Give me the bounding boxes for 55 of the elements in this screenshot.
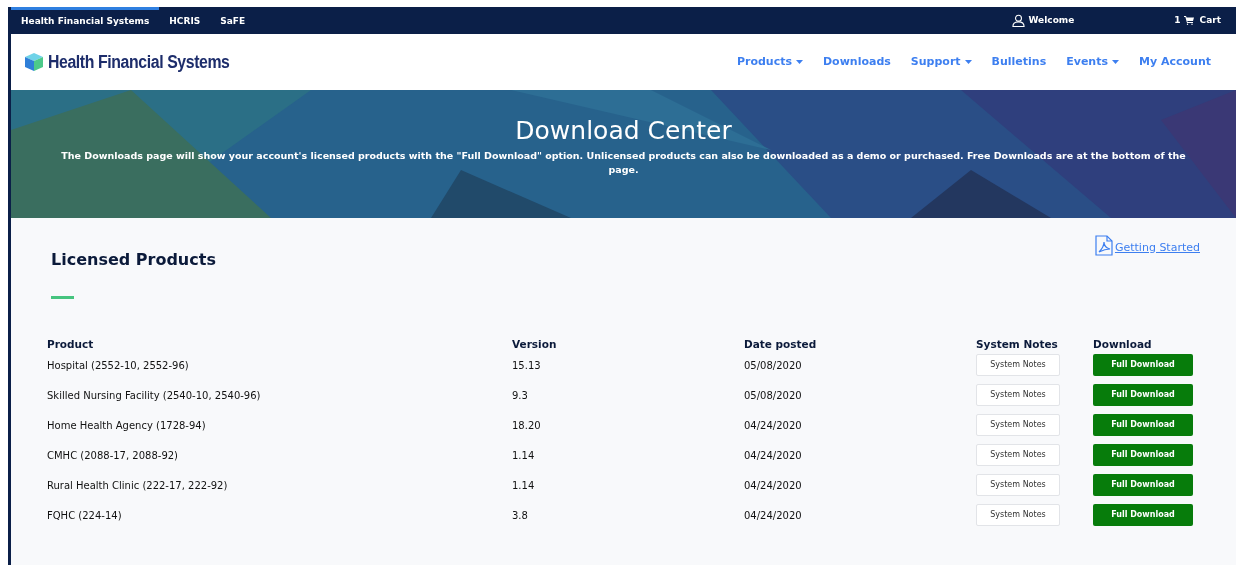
table-cell: 05/08/2020 — [744, 389, 802, 401]
table-cell: 3.8 — [512, 509, 528, 521]
table-cell: Home Health Agency (1728-94) — [47, 419, 206, 431]
table-cell: 04/24/2020 — [744, 449, 802, 461]
system-notes-button[interactable]: System Notes — [976, 444, 1060, 466]
full-download-button[interactable]: Full Download — [1093, 384, 1193, 406]
nav-link[interactable]: Bulletins — [991, 53, 1047, 71]
top-tab[interactable]: HCRIS — [159, 7, 211, 34]
system-notes-button[interactable]: System Notes — [976, 414, 1060, 436]
table-cell: 15.13 — [512, 359, 541, 371]
table-cell: 1.14 — [512, 449, 535, 461]
getting-started-link[interactable]: Getting Started — [1094, 232, 1200, 256]
nav-link[interactable]: Products — [736, 53, 803, 71]
table-cell: FQHC (224-14) — [47, 509, 122, 521]
table-cell: 04/24/2020 — [744, 419, 802, 431]
full-download-button[interactable]: Full Download — [1093, 474, 1193, 496]
full-download-button[interactable]: Full Download — [1093, 414, 1193, 436]
table-cell: Skilled Nursing Facility (2540-10, 2540-96) — [47, 389, 261, 401]
full-download-button[interactable]: Full Download — [1093, 444, 1193, 466]
table-cell: Rural Health Clinic (222-17, 222-92) — [47, 479, 228, 491]
section-title: Licensed Products — [51, 249, 216, 271]
system-notes-button[interactable]: System Notes — [976, 384, 1060, 406]
system-notes-button[interactable]: System Notes — [976, 354, 1060, 376]
cart-link[interactable]: 1 Cart — [1174, 13, 1221, 28]
user-icon — [1011, 14, 1025, 27]
hero-description: The Downloads page will show your account's licensed products with the "Full Download" option. Unlicensed products can also be downloaded as a demo or purchased. Free Downloads are at the bottom of the page. — [61, 149, 1186, 177]
column-header: Download — [1093, 337, 1153, 353]
cart-icon — [1183, 16, 1194, 25]
cube-logo-icon — [23, 52, 45, 72]
hero-title: Download Center — [515, 116, 732, 146]
table-cell: 04/24/2020 — [744, 479, 802, 491]
table-cell: CMHC (2088-17, 2088-92) — [47, 449, 178, 461]
site-logo[interactable]: Health Financial Systems — [23, 48, 255, 76]
nav-link[interactable]: My Account — [1139, 53, 1211, 71]
system-notes-button[interactable]: System Notes — [976, 474, 1060, 496]
system-notes-button[interactable]: System Notes — [976, 504, 1060, 526]
table-cell: 04/24/2020 — [744, 509, 802, 521]
welcome-link[interactable]: Welcome — [1011, 13, 1075, 28]
table-cell: 05/08/2020 — [744, 359, 802, 371]
column-header: System Notes — [976, 337, 1059, 353]
top-tab[interactable]: SaFE — [210, 7, 256, 34]
nav-link[interactable]: Support — [910, 53, 972, 71]
title-underline — [51, 296, 74, 299]
nav-link[interactable]: Downloads — [823, 53, 891, 71]
column-header: Product — [47, 337, 95, 353]
table-cell: Hospital (2552-10, 2552-96) — [47, 359, 189, 371]
nav-link[interactable]: Events — [1066, 53, 1119, 71]
table-cell: 1.14 — [512, 479, 535, 491]
pdf-icon — [1094, 235, 1113, 256]
table-cell: 18.20 — [512, 419, 541, 431]
full-download-button[interactable]: Full Download — [1093, 354, 1193, 376]
column-header: Version — [512, 337, 558, 353]
full-download-button[interactable]: Full Download — [1093, 504, 1193, 526]
column-header: Date posted — [744, 337, 818, 353]
table-cell: 9.3 — [512, 389, 528, 401]
